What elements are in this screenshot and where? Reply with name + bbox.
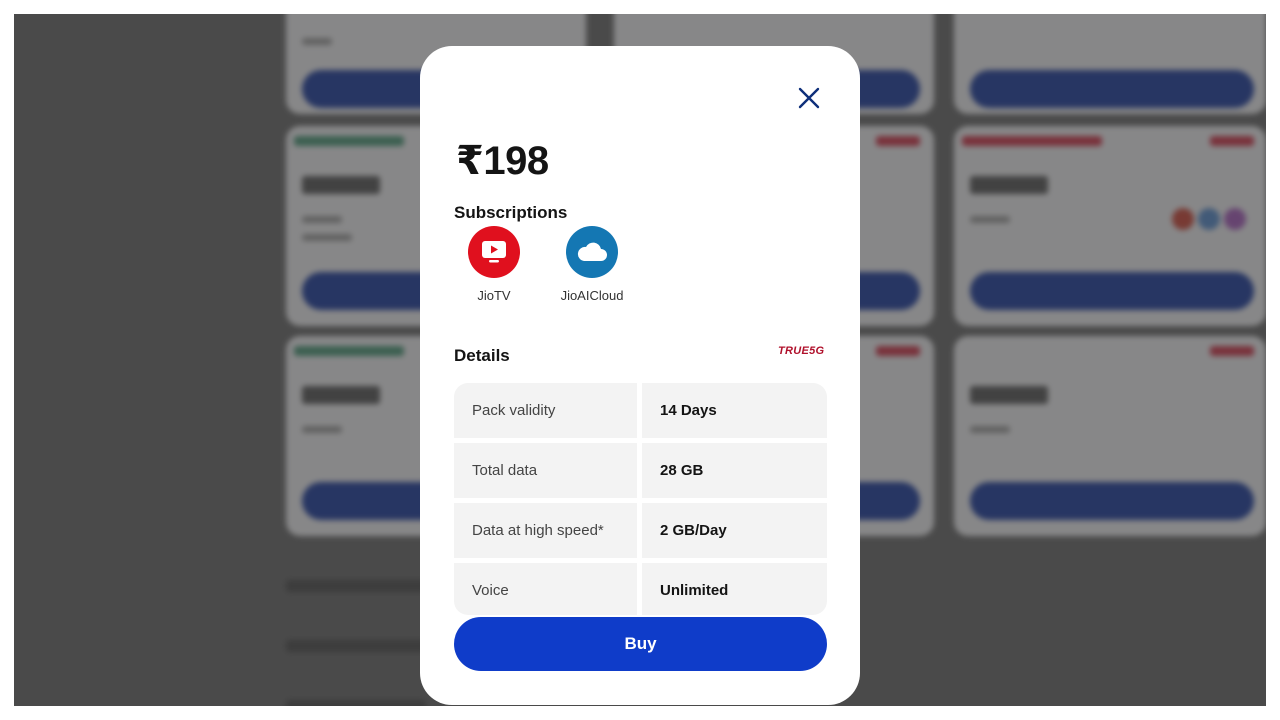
buy-button[interactable]: Buy: [454, 617, 827, 671]
subscription-jiotv: JioTV: [462, 226, 526, 303]
details-key: Voice: [454, 563, 637, 615]
close-icon: [798, 87, 820, 109]
details-key: Data at high speed*: [454, 503, 637, 558]
plan-details-modal: ₹198 Subscriptions JioTV JioAICloud Deta…: [420, 46, 860, 705]
plan-price: ₹198: [456, 139, 549, 183]
details-row: Total data 28 GB: [454, 443, 827, 498]
subscription-label: JioAICloud: [560, 288, 624, 303]
details-value: 2 GB/Day: [642, 503, 827, 558]
true5g-badge: TRUE5G: [778, 345, 825, 357]
cloud-icon: [566, 226, 618, 278]
jiotv-icon: [468, 226, 520, 278]
details-key: Pack validity: [454, 383, 637, 438]
subscriptions-heading: Subscriptions: [454, 203, 568, 222]
details-row: Pack validity 14 Days: [454, 383, 827, 438]
subscription-jioaicloud: JioAICloud: [552, 226, 632, 303]
close-button[interactable]: [793, 82, 825, 114]
details-row: Data at high speed* 2 GB/Day: [454, 503, 827, 558]
details-table: Pack validity 14 Days Total data 28 GB D…: [454, 383, 827, 615]
details-value: Unlimited: [642, 563, 827, 615]
details-value: 14 Days: [642, 383, 827, 438]
details-value: 28 GB: [642, 443, 827, 498]
details-key: Total data: [454, 443, 637, 498]
details-heading: Details: [454, 346, 510, 365]
details-row: Voice Unlimited: [454, 563, 827, 615]
subscription-label: JioTV: [477, 288, 511, 303]
